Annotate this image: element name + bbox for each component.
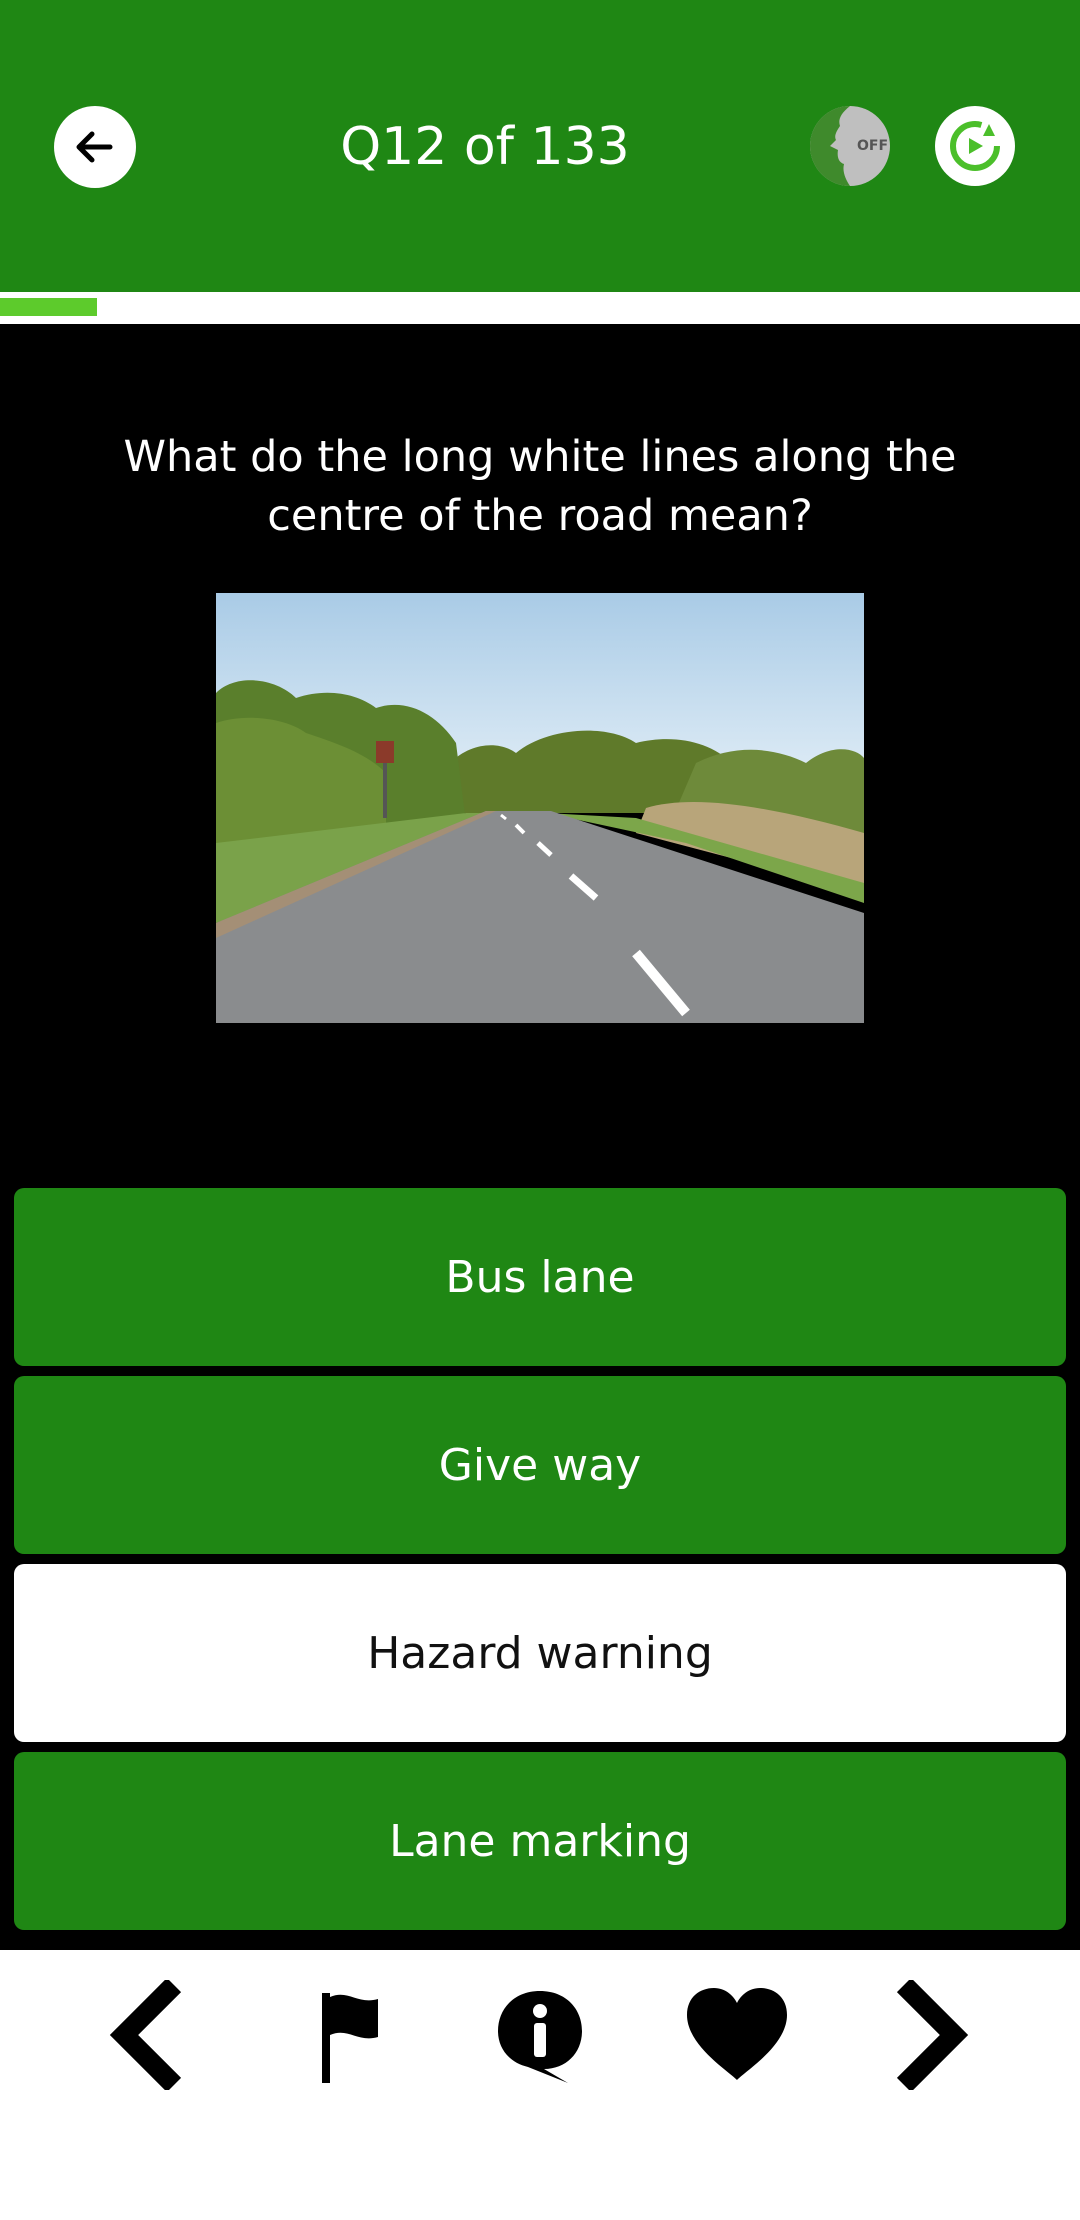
progress-fill bbox=[0, 298, 98, 316]
info-bubble-icon bbox=[498, 1991, 582, 2083]
answer-label: Give way bbox=[438, 1439, 642, 1491]
voice-toggle-state: OFF bbox=[857, 138, 889, 154]
back-button[interactable] bbox=[54, 106, 136, 188]
road-photo bbox=[216, 593, 864, 1023]
refresh-icon bbox=[950, 121, 1000, 171]
arrow-left-icon bbox=[76, 131, 113, 163]
heart-icon bbox=[687, 1988, 787, 2080]
answer-option[interactable]: Bus lane bbox=[14, 1188, 1066, 1366]
favourite-button[interactable] bbox=[677, 1975, 797, 2095]
chevron-left-icon bbox=[109, 1980, 182, 2090]
question-counter: Q12 of 133 bbox=[340, 117, 630, 177]
info-button[interactable] bbox=[480, 1975, 600, 2095]
answer-option[interactable]: Give way bbox=[14, 1376, 1066, 1554]
voice-toggle-button[interactable]: OFF bbox=[810, 106, 890, 186]
chevron-right-icon bbox=[896, 1980, 969, 2090]
answer-label: Hazard warning bbox=[367, 1627, 713, 1679]
top-bar: Q12 of 133 OFF bbox=[0, 0, 1080, 292]
answer-option[interactable]: Hazard warning bbox=[14, 1564, 1066, 1742]
answer-list: Bus lane Give way Hazard warning Lane ma… bbox=[14, 1188, 1066, 1940]
previous-question-button[interactable] bbox=[84, 1975, 204, 2095]
answer-label: Bus lane bbox=[445, 1251, 635, 1303]
flag-question-button[interactable] bbox=[288, 1975, 408, 2095]
question-text: What do the long white lines along the c… bbox=[123, 432, 957, 541]
flag-icon bbox=[322, 1993, 378, 2083]
bottom-toolbar bbox=[0, 1950, 1080, 2220]
progress-bar bbox=[0, 292, 1080, 324]
answer-option[interactable]: Lane marking bbox=[14, 1752, 1066, 1930]
reset-button[interactable] bbox=[935, 106, 1015, 186]
answer-label: Lane marking bbox=[389, 1815, 691, 1867]
next-question-button[interactable] bbox=[874, 1975, 994, 2095]
